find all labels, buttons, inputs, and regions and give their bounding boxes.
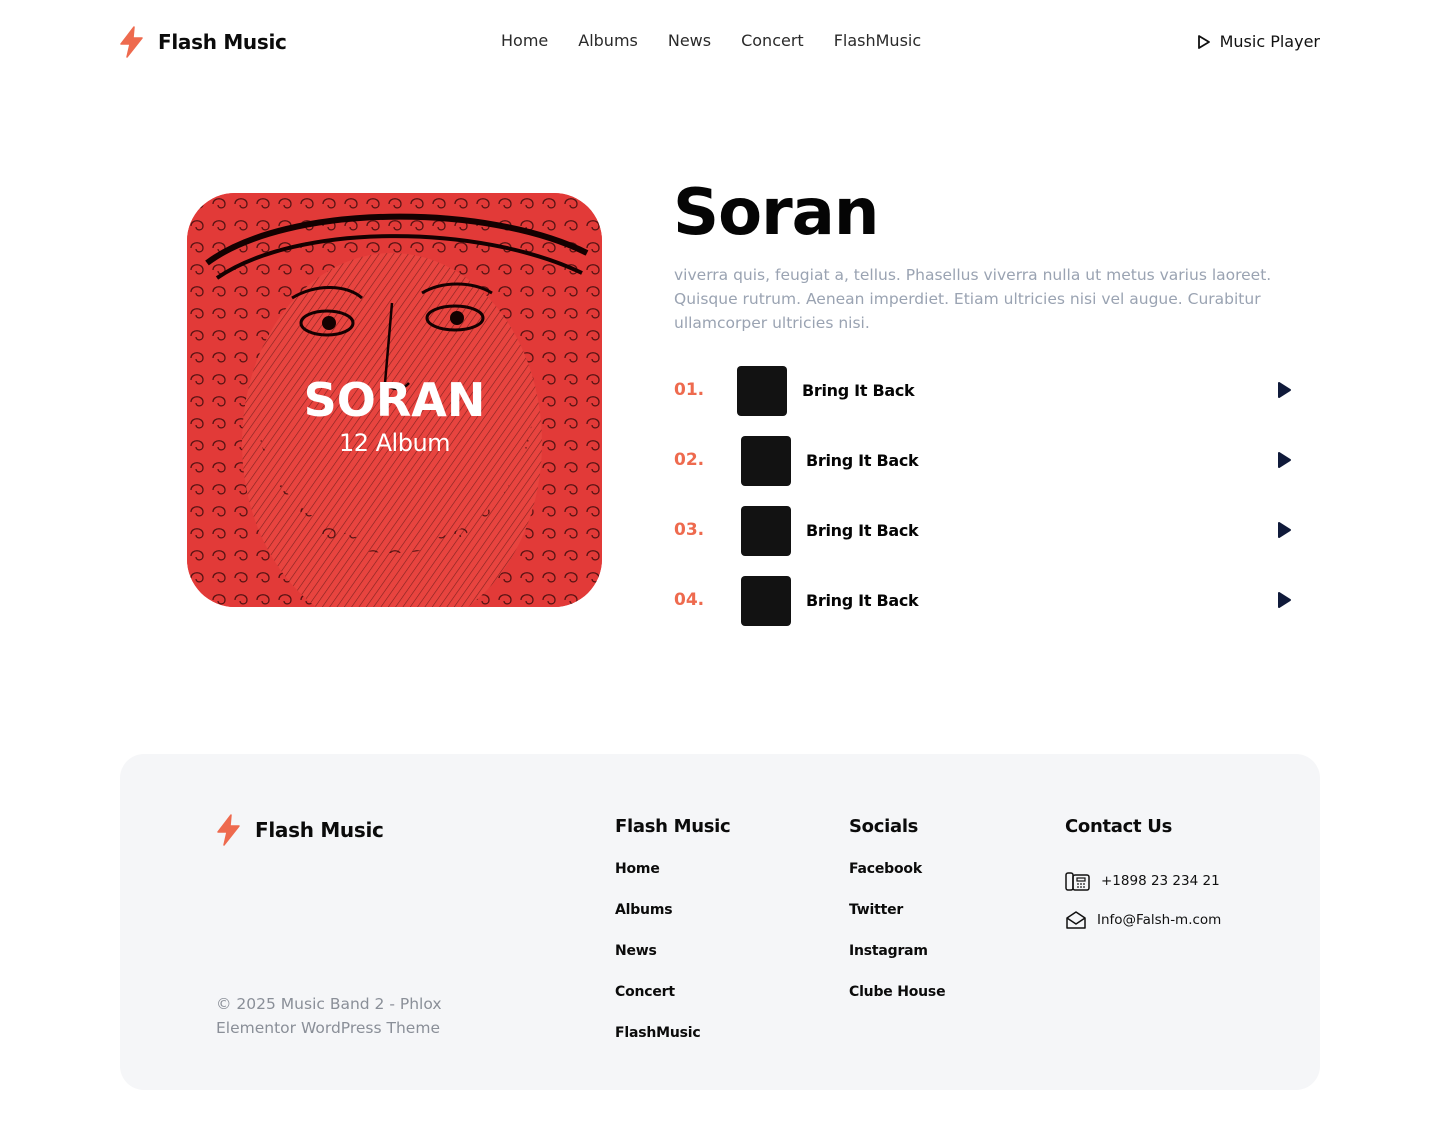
track-number: 02. bbox=[674, 450, 705, 470]
track-thumbnail bbox=[741, 506, 791, 556]
play-outline-icon bbox=[1197, 34, 1210, 49]
footer-col-title: Contact Us bbox=[1065, 816, 1173, 837]
track-number: 01. bbox=[674, 380, 705, 400]
contact-email[interactable]: Info@Falsh-m.com bbox=[1065, 900, 1221, 939]
track-row[interactable]: 02. Bring It Back bbox=[674, 436, 1294, 506]
site-header: Flash Music Home Albums News Concert Fla… bbox=[0, 0, 1440, 84]
track-row[interactable]: 04. Bring It Back bbox=[674, 576, 1294, 646]
nav-concert[interactable]: Concert bbox=[741, 31, 804, 50]
track-list: 01. Bring It Back 02. Bring It Back 03. … bbox=[674, 366, 1294, 646]
footer-link-clubehouse[interactable]: Clube House bbox=[849, 984, 946, 1025]
track-title: Bring It Back bbox=[802, 381, 915, 400]
play-icon[interactable] bbox=[1274, 380, 1294, 400]
footer-link-twitter[interactable]: Twitter bbox=[849, 902, 945, 943]
track-row[interactable]: 03. Bring It Back bbox=[674, 506, 1294, 576]
footer-col-contact: Contact Us +1898 23 234 21 Info@Falsh-m.… bbox=[1065, 816, 1221, 939]
track-number: 03. bbox=[674, 520, 705, 540]
footer-link-home[interactable]: Home bbox=[615, 861, 730, 902]
footer-col-title: Socials bbox=[849, 816, 919, 837]
album-cover: SORAN 12 Album bbox=[187, 193, 602, 607]
footer-brand-name: Flash Music bbox=[255, 818, 384, 842]
bolt-icon bbox=[217, 814, 240, 846]
nav-flashmusic[interactable]: FlashMusic bbox=[834, 31, 921, 50]
nav-home[interactable]: Home bbox=[501, 31, 548, 50]
track-title: Bring It Back bbox=[806, 451, 919, 470]
bolt-icon bbox=[120, 26, 143, 58]
footer-col-socials: Socials Facebook Twitter Instagram Clube… bbox=[849, 816, 946, 1025]
cover-title: SORAN bbox=[303, 373, 486, 427]
footer-link-flashmusic[interactable]: FlashMusic bbox=[615, 1025, 730, 1066]
footer-link-concert[interactable]: Concert bbox=[615, 984, 730, 1025]
footer-link-albums[interactable]: Albums bbox=[615, 902, 730, 943]
track-thumbnail bbox=[737, 366, 787, 416]
footer-link-facebook[interactable]: Facebook bbox=[849, 861, 945, 902]
music-player-label: Music Player bbox=[1219, 32, 1320, 51]
email-address: Info@Falsh-m.com bbox=[1097, 911, 1222, 928]
nav-news[interactable]: News bbox=[668, 31, 711, 50]
track-title: Bring It Back bbox=[806, 521, 919, 540]
brand-logo[interactable]: Flash Music bbox=[118, 26, 287, 58]
brand-name: Flash Music bbox=[158, 30, 287, 54]
footer-brand-logo[interactable]: Flash Music bbox=[215, 814, 384, 846]
phone-icon bbox=[1065, 871, 1090, 891]
envelope-icon bbox=[1066, 910, 1086, 929]
album-description: viverra quis, feugiat a, tellus. Phasell… bbox=[674, 266, 1272, 332]
footer-link-news[interactable]: News bbox=[615, 943, 730, 984]
track-row[interactable]: 01. Bring It Back bbox=[674, 366, 1294, 436]
nav-albums[interactable]: Albums bbox=[578, 31, 638, 50]
footer-col-flashmusic: Flash Music Home Albums News Concert Fla… bbox=[615, 816, 731, 1066]
play-icon[interactable] bbox=[1274, 450, 1294, 470]
track-title: Bring It Back bbox=[806, 591, 919, 610]
footer-link-instagram[interactable]: Instagram bbox=[849, 943, 945, 984]
footer-col-title: Flash Music bbox=[615, 816, 731, 837]
play-icon[interactable] bbox=[1274, 520, 1294, 540]
cover-subtitle: 12 Album bbox=[338, 429, 451, 457]
track-thumbnail bbox=[741, 436, 791, 486]
album-title: Soran bbox=[673, 176, 879, 250]
site-footer: Flash Music © 2025 Music Band 2 - Phlox … bbox=[120, 754, 1320, 1090]
main-nav: Home Albums News Concert FlashMusic bbox=[501, 31, 921, 50]
track-thumbnail bbox=[741, 576, 791, 626]
phone-number: +1898 23 234 21 bbox=[1101, 872, 1220, 889]
music-player-button[interactable]: Music Player bbox=[1196, 32, 1320, 51]
track-number: 04. bbox=[674, 590, 705, 610]
contact-phone[interactable]: +1898 23 234 21 bbox=[1065, 861, 1221, 900]
copyright-text: © 2025 Music Band 2 - Phlox Elementor Wo… bbox=[216, 995, 442, 1037]
play-icon[interactable] bbox=[1274, 590, 1294, 610]
